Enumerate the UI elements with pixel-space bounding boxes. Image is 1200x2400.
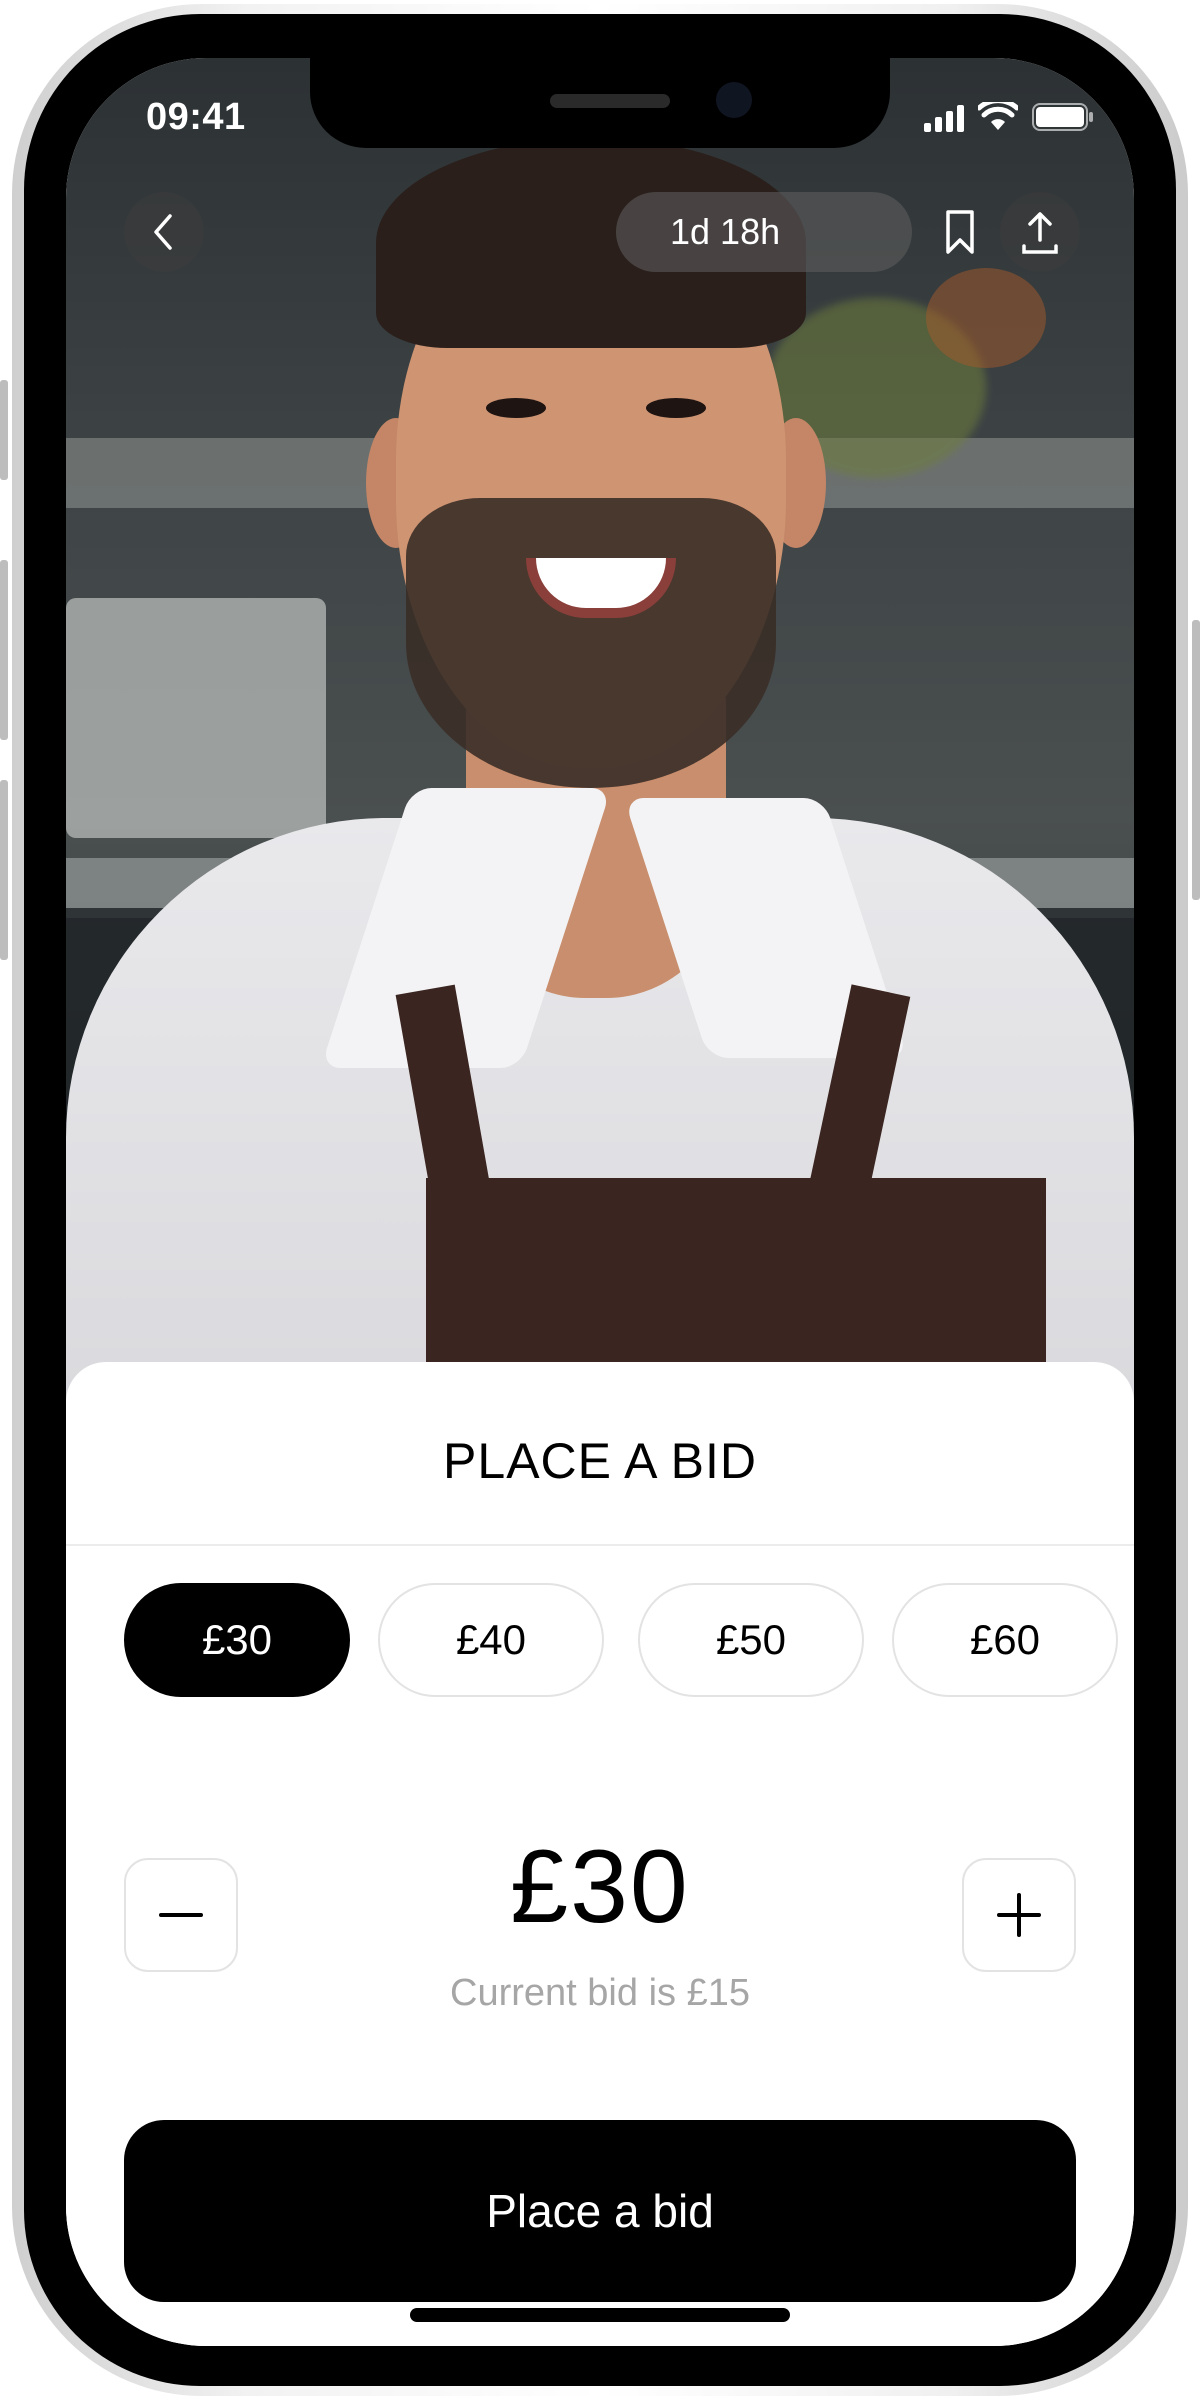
bid-chip[interactable]: £30 — [124, 1583, 350, 1697]
battery-icon — [1032, 103, 1093, 131]
front-camera — [716, 82, 752, 118]
bookmark-icon — [946, 210, 974, 254]
divider — [66, 1544, 1134, 1546]
share-button[interactable] — [1000, 192, 1080, 272]
chevron-left-icon — [154, 214, 172, 250]
bid-chip[interactable]: £50 — [638, 1583, 864, 1697]
notch — [310, 58, 890, 148]
back-button[interactable] — [124, 192, 204, 272]
bid-amount-chips: £30 £40 £50 £60 — [124, 1583, 1134, 1697]
auction-timer: 1d 18h — [616, 192, 912, 272]
sheet-title: PLACE A BID — [443, 1433, 757, 1489]
speaker-grille — [550, 94, 670, 108]
timer-label: 1d 18h — [670, 211, 781, 252]
place-bid-button[interactable]: Place a bid — [124, 2120, 1076, 2302]
plus-icon — [997, 1893, 1041, 1937]
bid-chip[interactable]: £40 — [378, 1583, 604, 1697]
wifi-icon — [978, 102, 1018, 130]
bookmark-button[interactable] — [920, 192, 1000, 272]
status-time: 09:41 — [146, 96, 246, 138]
status-icons — [924, 98, 1094, 132]
phone-screen: 09:41 1d 18h PLACE A BID £30 £40 £50 £60… — [66, 58, 1134, 2346]
side-button-mute — [0, 380, 8, 480]
share-icon — [1022, 212, 1058, 254]
current-bid-text: Current bid is £15 — [450, 1972, 750, 2014]
increase-bid-button[interactable] — [962, 1858, 1076, 1972]
bid-sheet: PLACE A BID £30 £40 £50 £60 £30 Current … — [66, 1362, 1134, 2346]
side-button-volume-up — [0, 560, 8, 740]
place-bid-button-label: Place a bid — [486, 2185, 714, 2237]
side-button-power — [1192, 620, 1200, 900]
side-button-volume-down — [0, 780, 8, 960]
cellular-signal-icon — [924, 104, 964, 132]
home-indicator — [410, 2308, 790, 2322]
bid-chip[interactable]: £60 — [892, 1583, 1118, 1697]
